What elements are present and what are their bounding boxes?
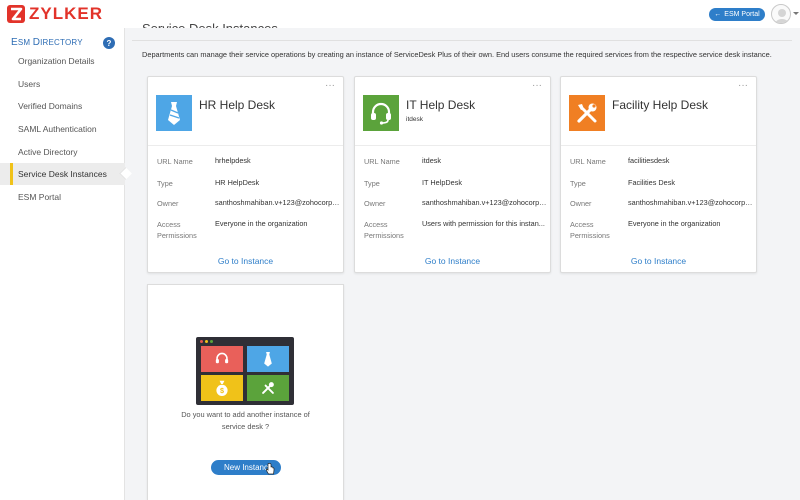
type-value: Facilities Desk [628, 178, 676, 187]
url-name-value: itdesk [422, 156, 442, 165]
owner-label: Owner [364, 199, 386, 208]
url-name-value: hrhelpdesk [215, 156, 251, 165]
tie-icon [247, 346, 289, 372]
card-divider [355, 145, 550, 146]
owner-label: Owner [570, 199, 592, 208]
owner-value: santhoshmahiban.v+123@zohocorp.... [422, 198, 547, 207]
card-menu-icon[interactable]: ··· [738, 80, 748, 91]
instance-card-it: ··· IT Help Desk itdesk URL Name itdesk … [354, 76, 551, 273]
tie-icon [156, 95, 192, 131]
sidebar-item-organization-details[interactable]: Organization Details [0, 50, 125, 72]
add-instance-card: $ Do you want to add another instance of… [147, 284, 344, 500]
page-description: Departments can manage their service ope… [142, 50, 772, 59]
owner-label: Owner [157, 199, 179, 208]
sidebar: ESM DIRECTORY ? Organization Details Use… [0, 28, 125, 500]
type-label: Type [570, 179, 586, 188]
user-silhouette-icon [775, 9, 789, 23]
access-value: Everyone in the organization [628, 219, 721, 228]
esm-portal-button[interactable]: ← ESM Portal [709, 8, 765, 21]
go-to-instance-link[interactable]: Go to Instance [148, 256, 343, 266]
sidebar-item-esm-portal[interactable]: ESM Portal [0, 186, 125, 208]
owner-value: santhoshmahiban.v+123@zohocorp.... [215, 198, 340, 207]
card-menu-icon[interactable]: ··· [532, 80, 542, 91]
zylker-logo[interactable]: ZYLKER [6, 4, 103, 24]
sidebar-item-verified-domains[interactable]: Verified Domains [0, 95, 125, 117]
access-label: Access Permissions [364, 220, 404, 240]
access-value: Users with permission for this instan... [422, 219, 545, 228]
url-name-label: URL Name [157, 157, 193, 166]
instance-card-hr: ··· HR Help Desk URL Name hrhelpdesk Typ… [147, 76, 344, 273]
type-value: HR HelpDesk [215, 178, 260, 187]
owner-value: santhoshmahiban.v+123@zohocorp.... [628, 198, 753, 207]
go-to-instance-link[interactable]: Go to Instance [355, 256, 550, 266]
avatar[interactable] [771, 4, 791, 24]
tools-icon [247, 375, 289, 401]
card-title: Facility Help Desk [612, 98, 709, 112]
avatar-dropdown-caret-icon[interactable] [793, 12, 799, 15]
headset-icon [201, 346, 243, 372]
sidebar-item-saml-authentication[interactable]: SAML Authentication [0, 118, 125, 140]
zylker-logo-mark [7, 5, 25, 23]
top-bar: ZYLKER ← ESM Portal [0, 0, 800, 28]
page-title: Service Desk Instances [142, 16, 278, 28]
money-bag-icon: $ [201, 375, 243, 401]
tools-icon [569, 95, 605, 131]
access-label: Access Permissions [157, 220, 197, 240]
esm-directory-title: ESM DIRECTORY [11, 37, 83, 48]
sidebar-item-active-directory[interactable]: Active Directory [0, 141, 125, 163]
card-menu-icon[interactable]: ··· [325, 80, 335, 91]
instance-card-facility: ··· Facility Help Desk URL Name faciliti… [560, 76, 757, 273]
header-divider [132, 40, 792, 41]
headset-icon [363, 95, 399, 131]
instances-illustration: $ [196, 337, 294, 405]
url-name-value: facilitiesdesk [628, 156, 670, 165]
go-to-instance-link[interactable]: Go to Instance [561, 256, 756, 266]
card-title: IT Help Desk [406, 98, 476, 112]
help-icon[interactable]: ? [103, 37, 115, 49]
esm-portal-label: ESM Portal [724, 11, 760, 18]
svg-text:$: $ [220, 386, 224, 395]
card-divider [148, 145, 343, 146]
type-label: Type [364, 179, 380, 188]
type-value: IT HelpDesk [422, 178, 463, 187]
card-title: HR Help Desk [199, 98, 276, 112]
url-name-label: URL Name [364, 157, 400, 166]
hand-cursor-icon [265, 463, 275, 475]
sidebar-item-service-desk-instances[interactable]: Service Desk Instances [0, 163, 125, 185]
type-label: Type [157, 179, 173, 188]
add-instance-question: Do you want to add another instance of se… [181, 410, 310, 431]
access-value: Everyone in the organization [215, 219, 308, 228]
arrow-left-icon: ← [714, 11, 722, 18]
zylker-logo-text: ZYLKER [29, 4, 103, 23]
url-name-label: URL Name [570, 157, 606, 166]
card-subtitle: itdesk [406, 116, 423, 123]
card-divider [561, 145, 756, 146]
access-label: Access Permissions [570, 220, 610, 240]
sidebar-item-users[interactable]: Users [0, 73, 125, 95]
